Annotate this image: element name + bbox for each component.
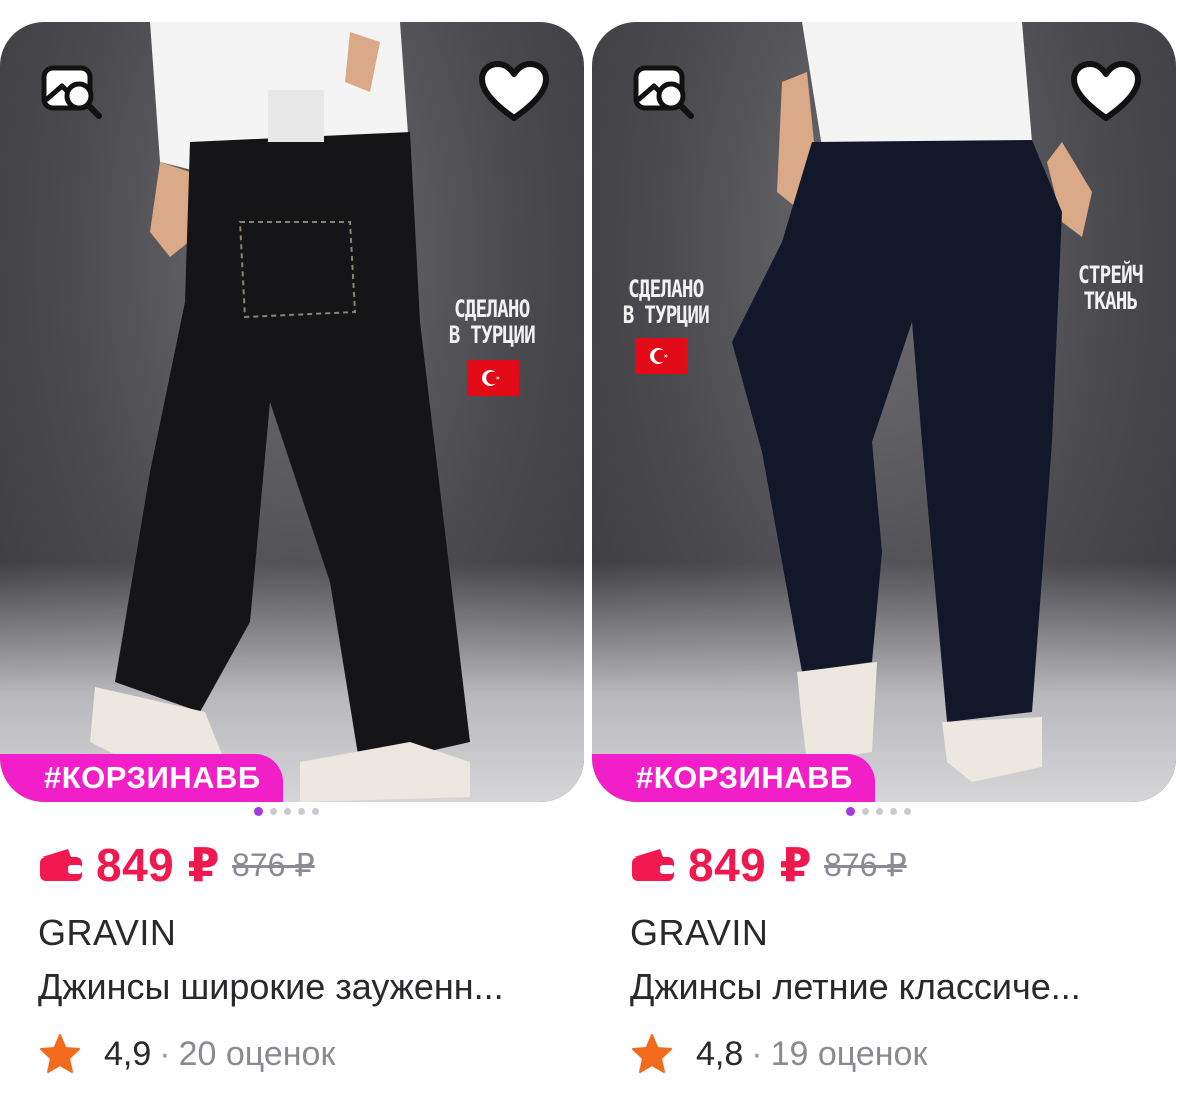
product-card-1[interactable]: СДЕЛАНО В ТУРЦИИ #КОРЗИНАВБ 849 ₽ 876 ₽ …	[0, 22, 584, 1092]
pagination-dot	[890, 808, 897, 815]
pagination-dot	[254, 807, 263, 816]
image-search-icon	[633, 65, 694, 119]
pagination-dot	[284, 808, 291, 815]
pagination-dot	[904, 808, 911, 815]
price-row: 849 ₽ 876 ₽	[630, 837, 907, 893]
product-photo-jeans	[90, 22, 470, 802]
heart-icon	[1071, 61, 1141, 121]
current-price: 849 ₽	[96, 839, 221, 891]
favorite-button[interactable]	[1070, 56, 1142, 128]
promo-tag[interactable]: #КОРЗИНАВБ	[0, 754, 283, 802]
old-price: 876 ₽	[824, 847, 907, 883]
pagination-dot	[298, 808, 305, 815]
rating-value: 4,9	[104, 1034, 152, 1073]
old-price: 876 ₽	[232, 847, 315, 883]
rating-row: 4,9 · 20 оценок	[38, 1032, 335, 1076]
product-photo[interactable]: СДЕЛАНО В ТУРЦИИ #КОРЗИНАВБ	[0, 22, 584, 802]
wallet-icon	[40, 849, 82, 881]
image-search-button[interactable]	[36, 56, 108, 128]
star-icon	[632, 1034, 672, 1073]
rating-value: 4,8	[696, 1034, 744, 1073]
rating-row: 4,8 · 19 оценок	[630, 1032, 927, 1076]
image-search-icon	[41, 65, 102, 119]
pagination-dot	[862, 808, 869, 815]
brand-name[interactable]: GRAVIN	[630, 912, 768, 954]
made-in-turkey-label: СДЕЛАНО В ТУРЦИИ	[622, 275, 710, 329]
pagination-dot	[312, 808, 319, 815]
pagination-dot	[846, 807, 855, 816]
photo-pagination-dots	[846, 807, 911, 816]
turkey-flag-icon	[467, 360, 519, 396]
favorite-button[interactable]	[478, 56, 550, 128]
product-title[interactable]: Джинсы летние классиче...	[630, 966, 1160, 1008]
star-icon	[40, 1034, 80, 1073]
heart-icon	[479, 61, 549, 121]
turkey-flag-icon	[635, 338, 687, 374]
product-photo[interactable]: СДЕЛАНО В ТУРЦИИ СТРЕЙЧ ТКАНЬ #КОРЗИНАВБ	[592, 22, 1176, 802]
current-price: 849 ₽	[688, 839, 813, 891]
reviews-count[interactable]: 20 оценок	[179, 1035, 336, 1074]
product-title[interactable]: Джинсы широкие зауженн...	[38, 966, 568, 1008]
promo-tag[interactable]: #КОРЗИНАВБ	[592, 754, 875, 802]
product-card-2[interactable]: СДЕЛАНО В ТУРЦИИ СТРЕЙЧ ТКАНЬ #КОРЗИНАВБ…	[592, 22, 1176, 1092]
made-in-turkey-label: СДЕЛАНО В ТУРЦИИ	[448, 295, 536, 349]
stretch-fabric-label: СТРЕЙЧ ТКАНЬ	[1078, 261, 1143, 315]
reviews-count[interactable]: 19 оценок	[771, 1035, 928, 1074]
product-photo-jeans	[732, 22, 1092, 782]
image-search-button[interactable]	[628, 56, 700, 128]
pagination-dot	[876, 808, 883, 815]
rating-separator: ·	[159, 1034, 171, 1073]
pagination-dot	[270, 808, 277, 815]
brand-name[interactable]: GRAVIN	[38, 912, 176, 954]
wallet-icon	[632, 849, 674, 881]
price-row: 849 ₽ 876 ₽	[38, 837, 315, 893]
photo-pagination-dots	[254, 807, 319, 816]
rating-separator: ·	[751, 1034, 763, 1073]
